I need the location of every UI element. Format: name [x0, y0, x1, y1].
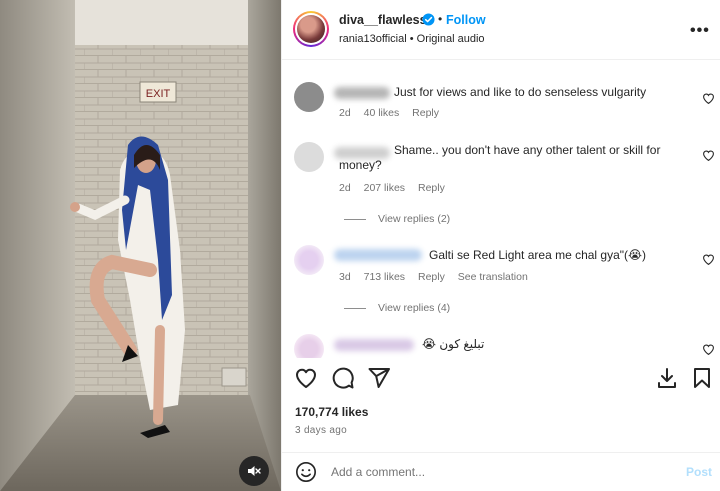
- heart-outline-icon[interactable]: [702, 149, 715, 162]
- comment-bubble-icon[interactable]: [331, 366, 355, 390]
- like-heart-icon[interactable]: [294, 366, 318, 390]
- comment-age: 3d: [339, 271, 351, 283]
- post-image: EXIT: [0, 0, 281, 491]
- audio-subtitle[interactable]: rania13official • Original audio: [339, 33, 485, 45]
- view-replies-button[interactable]: View replies (2): [344, 213, 450, 225]
- comment-avatar[interactable]: [294, 82, 324, 112]
- download-icon[interactable]: [655, 366, 679, 390]
- verified-badge-icon: [422, 13, 435, 26]
- speaker-muted-icon: [248, 466, 261, 476]
- comment-meta: 3d 713 likes Reply See translation: [339, 271, 538, 283]
- username-link[interactable]: diva__flawless: [339, 13, 427, 27]
- share-send-icon[interactable]: [367, 366, 391, 390]
- comment-meta: 2d 207 likes Reply: [339, 182, 455, 194]
- blurred-username: [334, 249, 422, 261]
- comment-avatar[interactable]: [294, 142, 324, 172]
- comment-age: 2d: [339, 107, 351, 119]
- view-replies-button[interactable]: View replies (4): [344, 302, 450, 314]
- comment-likes[interactable]: 713 likes: [364, 271, 405, 283]
- reply-button[interactable]: Reply: [412, 107, 439, 119]
- view-replies-label: View replies (4): [378, 302, 451, 314]
- post-media[interactable]: EXIT: [0, 0, 281, 491]
- comment-age: 2d: [339, 182, 351, 194]
- avatar-image: [297, 15, 325, 43]
- mute-button[interactable]: [239, 456, 269, 486]
- post-header: diva__flawless • Follow rania13official …: [282, 0, 720, 60]
- comment-input[interactable]: [331, 465, 631, 479]
- heart-outline-icon[interactable]: [702, 343, 715, 356]
- avatar[interactable]: [293, 11, 329, 47]
- comment-text: تبليغ كون 😭: [422, 337, 485, 351]
- comment-item: تبليغ كون 😭: [282, 332, 720, 358]
- comment-text: Shame.. you don't have any other talent …: [339, 143, 661, 172]
- comment-likes[interactable]: 207 likes: [364, 182, 405, 194]
- replies-line: [344, 218, 366, 220]
- blurred-username: [334, 339, 414, 351]
- post-timestamp[interactable]: 3 days ago: [295, 425, 347, 436]
- post-panel: diva__flawless • Follow rania13official …: [281, 0, 720, 491]
- reply-button[interactable]: Reply: [418, 271, 445, 283]
- see-translation-button[interactable]: See translation: [458, 271, 528, 283]
- heart-outline-icon[interactable]: [702, 92, 715, 105]
- comment-likes[interactable]: 40 likes: [364, 107, 400, 119]
- exit-sign-text: EXIT: [146, 88, 171, 100]
- add-comment-bar: Post: [282, 452, 720, 491]
- replies-line: [344, 307, 366, 309]
- heart-outline-icon[interactable]: [702, 253, 715, 266]
- reply-button[interactable]: Reply: [418, 182, 445, 194]
- comment-meta: 2d 40 likes Reply: [339, 107, 449, 119]
- view-replies-label: View replies (2): [378, 213, 451, 225]
- action-bar: [282, 366, 720, 396]
- comment-avatar[interactable]: [294, 245, 324, 275]
- comment-text: Galti se Red Light area me chal gya"(😭): [429, 248, 647, 262]
- follow-button[interactable]: Follow: [446, 13, 486, 27]
- bookmark-icon[interactable]: [690, 366, 714, 390]
- comment-avatar[interactable]: [294, 334, 324, 358]
- more-options-icon[interactable]: •••: [690, 22, 710, 40]
- likes-count[interactable]: 170,774 likes: [295, 405, 368, 419]
- emoji-icon[interactable]: [295, 461, 317, 483]
- separator-dot: •: [438, 12, 443, 26]
- comment-text: Just for views and like to do senseless …: [394, 85, 647, 99]
- post-comment-button[interactable]: Post: [686, 465, 712, 479]
- blurred-username: [334, 87, 390, 99]
